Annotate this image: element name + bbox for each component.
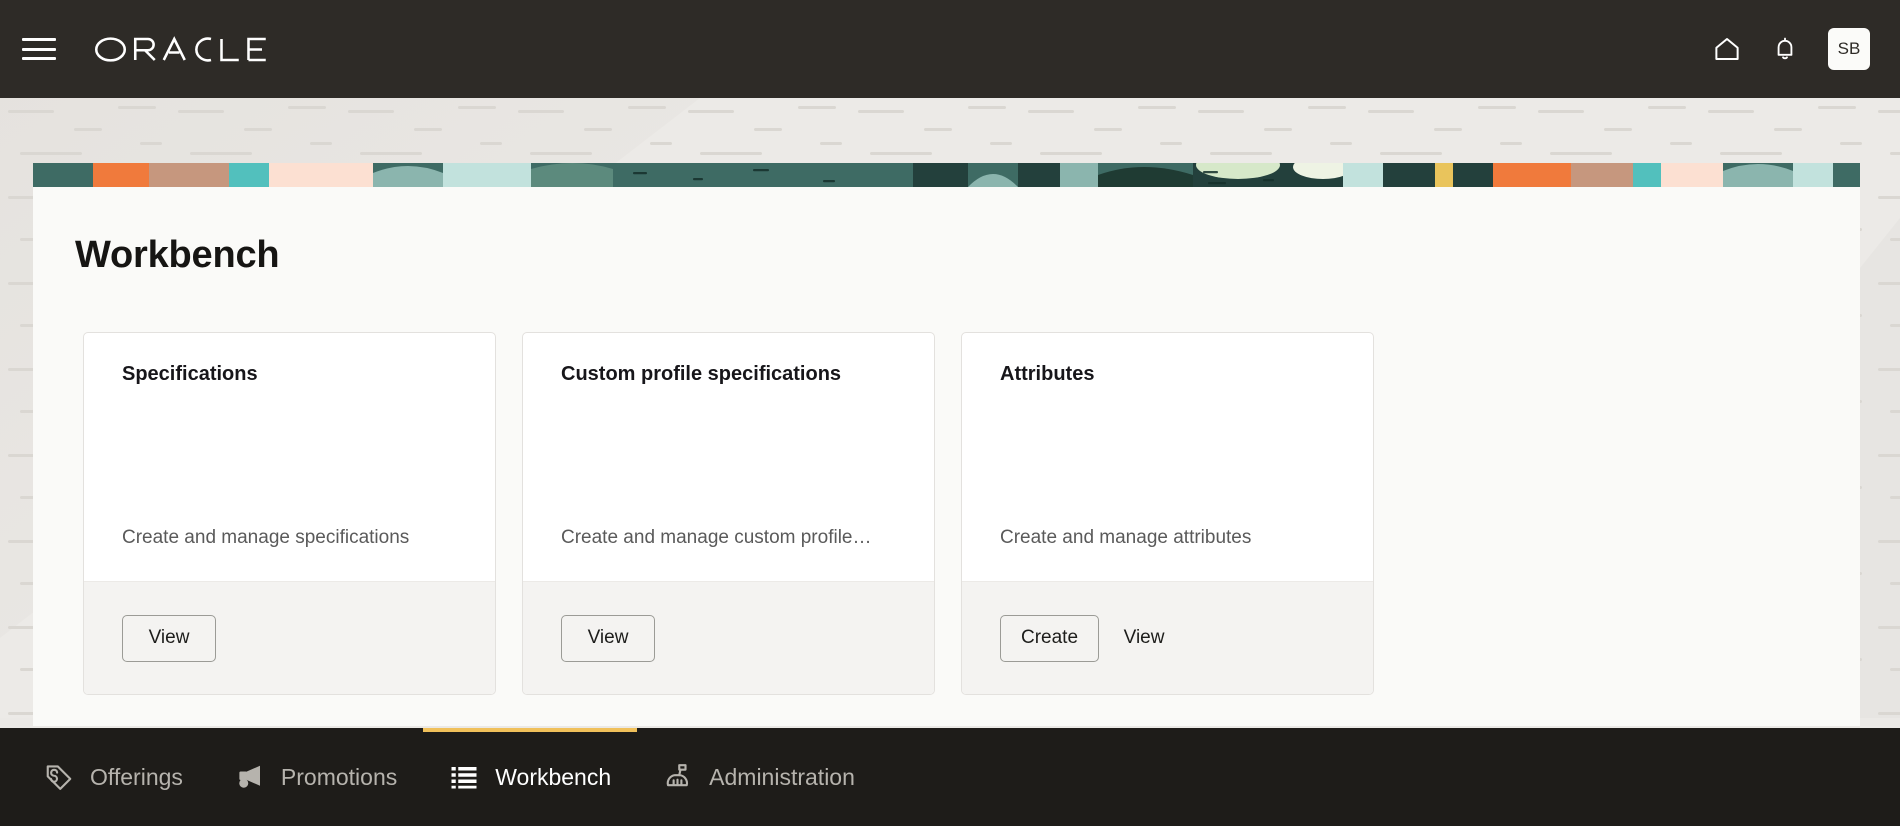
- create-button[interactable]: Create: [1000, 614, 1100, 662]
- card-specifications: Specifications Create and manage specifi…: [83, 332, 496, 695]
- card-body: Attributes Create and manage attributes: [962, 333, 1373, 581]
- home-button[interactable]: [1698, 20, 1756, 78]
- nav-item-offerings[interactable]: Offerings: [18, 728, 209, 826]
- view-button[interactable]: View: [1109, 615, 1179, 662]
- card-description: Create and manage specifications: [122, 527, 410, 548]
- nav-item-label: Workbench: [495, 763, 612, 790]
- card-body: Custom profile specifications Create and…: [523, 333, 934, 581]
- top-app-bar: SB: [0, 0, 1900, 98]
- card-title: Custom profile specifications: [561, 363, 842, 385]
- nav-item-label: Promotions: [280, 763, 398, 790]
- page-title: Workbench: [75, 234, 280, 276]
- nav-item-administration[interactable]: Administration: [637, 728, 881, 826]
- view-button[interactable]: View: [122, 614, 216, 662]
- list-icon: [449, 762, 479, 792]
- workbench-card-list: Specifications Create and manage specifi…: [83, 332, 1860, 695]
- card-title: Specifications: [122, 363, 258, 385]
- avatar-initials: SB: [1837, 39, 1861, 58]
- card-custom-profile-specifications: Custom profile specifications Create and…: [522, 332, 935, 695]
- decorative-banner: [33, 163, 1860, 187]
- workbench-content-panel: Workbench Specifications Create and mana…: [33, 163, 1860, 726]
- user-avatar[interactable]: SB: [1828, 28, 1870, 70]
- card-actions: View: [84, 581, 495, 694]
- card-body: Specifications Create and manage specifi…: [84, 333, 495, 581]
- home-icon: [1715, 38, 1739, 60]
- bottom-navigation-bar: Offerings Promotions Workbench Administr…: [0, 728, 1900, 826]
- nav-item-workbench[interactable]: Workbench: [423, 728, 638, 826]
- card-description: Create and manage attributes: [1000, 527, 1252, 548]
- nav-item-label: Administration: [709, 763, 855, 790]
- broom-icon: [663, 762, 693, 792]
- tag-icon: [44, 762, 74, 792]
- bell-icon: [1777, 37, 1793, 60]
- card-attributes: Attributes Create and manage attributes …: [961, 332, 1374, 695]
- hamburger-menu-icon[interactable]: [22, 34, 56, 64]
- view-button[interactable]: View: [561, 614, 655, 662]
- nav-item-promotions[interactable]: Promotions: [209, 728, 423, 826]
- card-actions: Create View: [962, 581, 1373, 694]
- oracle-logo[interactable]: [94, 35, 268, 63]
- card-actions: View: [523, 581, 934, 694]
- nav-item-label: Offerings: [90, 763, 183, 790]
- megaphone-icon: [235, 762, 265, 792]
- notifications-button[interactable]: [1756, 20, 1814, 78]
- card-description: Create and manage custom profile…: [561, 527, 872, 548]
- card-title: Attributes: [1000, 363, 1095, 385]
